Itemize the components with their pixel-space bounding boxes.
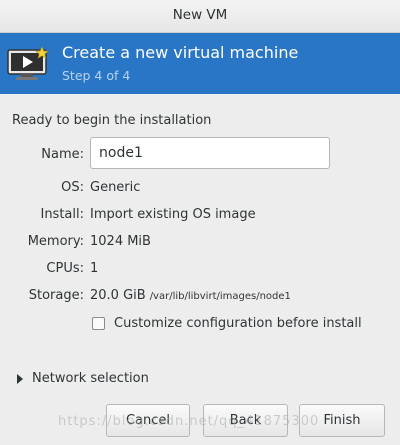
network-selection-label[interactable]: Network selection (32, 371, 149, 386)
name-input[interactable] (90, 137, 330, 169)
banner-title: Create a new virtual machine (62, 43, 299, 62)
storage-size: 20.0 GiB (90, 288, 146, 303)
monitor-play-icon (7, 45, 51, 87)
storage-value: 20.0 GiB/var/lib/libvirt/images/node1 (90, 288, 291, 303)
window-titlebar[interactable]: New VM (0, 0, 400, 33)
cpus-value: 1 (90, 261, 99, 276)
cpus-label: CPUs: (46, 261, 84, 276)
os-value: Generic (90, 180, 141, 195)
memory-value: 1024 MiB (90, 234, 151, 249)
network-selection-expander[interactable]: Network selection (17, 371, 149, 386)
expander-arrow-icon[interactable] (17, 373, 23, 384)
customize-option[interactable]: Customize configuration before install (92, 316, 362, 331)
os-label: OS: (61, 180, 84, 195)
finish-button[interactable]: Finish (299, 404, 385, 437)
window-title: New VM (172, 7, 228, 23)
storage-label: Storage: (28, 288, 84, 303)
customize-label[interactable]: Customize configuration before install (114, 316, 362, 331)
back-button[interactable]: Back (203, 404, 288, 437)
storage-path: /var/lib/libvirt/images/node1 (149, 291, 291, 302)
header-banner: Create a new virtual machine Step 4 of 4 (0, 33, 400, 94)
name-label: Name: (41, 147, 84, 162)
banner-step: Step 4 of 4 (62, 68, 131, 83)
memory-label: Memory: (27, 234, 84, 249)
install-label: Install: (40, 207, 84, 222)
section-heading: Ready to begin the installation (12, 113, 212, 128)
install-value: Import existing OS image (90, 207, 256, 222)
customize-checkbox[interactable] (92, 317, 105, 330)
cancel-button[interactable]: Cancel (106, 404, 190, 437)
